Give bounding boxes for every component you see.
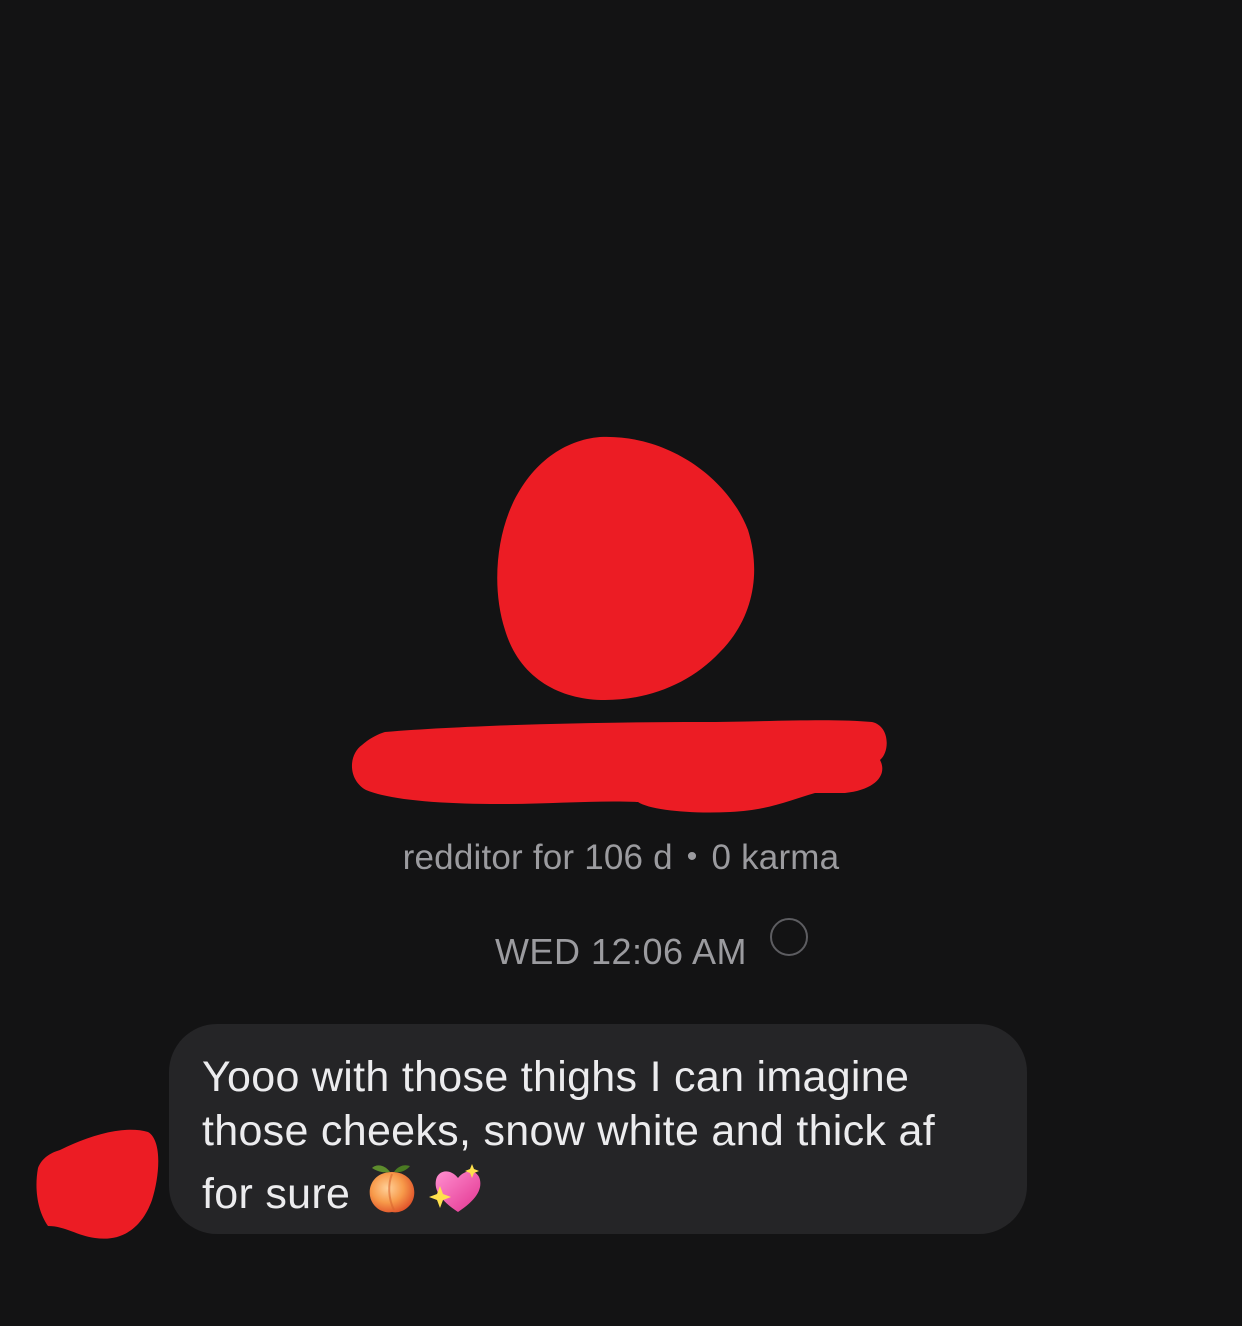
meta-separator: • <box>686 840 698 873</box>
message-bubble[interactable]: Yooo with those thighs I can imagine tho… <box>169 1024 1027 1234</box>
message-text-wrap: Yooo with those thighs I can imagine tho… <box>202 1050 993 1231</box>
peach-icon <box>364 1160 420 1229</box>
redacted-username <box>351 720 887 813</box>
message-timestamp: WED 12:06 AM <box>494 931 748 972</box>
account-age: redditor for 106 d <box>402 838 673 877</box>
message-text: Yooo with those thighs I can imagine tho… <box>202 1053 935 1218</box>
karma-count: 0 karma <box>711 838 840 877</box>
redacted-sender-avatar <box>36 1129 159 1239</box>
redacted-avatar <box>497 436 755 700</box>
sparkling-heart-icon <box>426 1158 486 1231</box>
status-ring-icon <box>770 918 808 956</box>
profile-meta: redditor for 106 d • 0 karma <box>0 838 1242 878</box>
